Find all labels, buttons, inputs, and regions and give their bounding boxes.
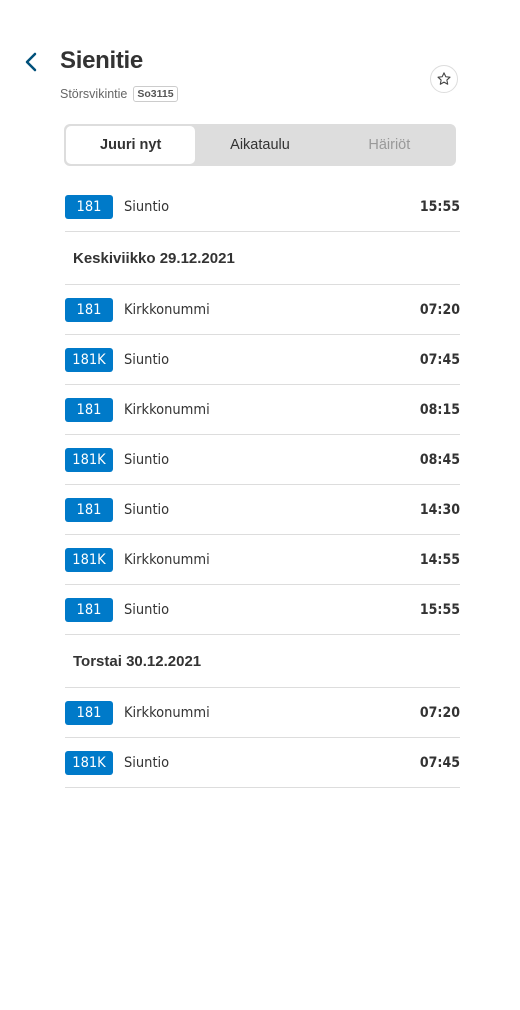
route-badge: 181K: [65, 447, 113, 472]
departure-row[interactable]: 181 Kirkkonummi 08:15: [65, 385, 460, 435]
route-badge: 181: [65, 194, 113, 219]
destination: Kirkkonummi: [124, 401, 210, 418]
destination: Kirkkonummi: [124, 301, 210, 318]
day-header: Keskiviikko 29.12.2021: [65, 232, 460, 285]
route-badge: 181K: [65, 347, 113, 372]
favourite-button[interactable]: [430, 65, 458, 93]
tab-aikataulu[interactable]: Aikataulu: [195, 126, 324, 164]
tab-juuri-nyt[interactable]: Juuri nyt: [66, 126, 196, 164]
departure-time: 15:55: [419, 601, 460, 618]
route-badge: 181K: [65, 750, 113, 775]
destination: Kirkkonummi: [124, 551, 210, 568]
departure-time: 15:55: [419, 198, 460, 215]
departure-time: 08:15: [419, 401, 460, 418]
destination: Siuntio: [124, 451, 170, 468]
departure-row[interactable]: 181K Kirkkonummi 14:55: [65, 535, 460, 585]
departure-row[interactable]: 181 Siuntio 15:55: [65, 585, 460, 635]
departure-row[interactable]: 181 Siuntio 14:30: [65, 485, 460, 535]
destination: Siuntio: [124, 754, 170, 771]
route-badge: 181: [65, 597, 113, 622]
departure-time: 07:45: [419, 351, 460, 368]
day-header: Torstai 30.12.2021: [65, 635, 460, 688]
departure-list: 181 Siuntio 15:55 Keskiviikko 29.12.2021…: [65, 182, 460, 788]
route-badge: 181: [65, 700, 113, 725]
departure-time: 08:45: [419, 451, 460, 468]
departure-time: 14:55: [419, 551, 460, 568]
departure-row[interactable]: 181 Siuntio 15:55: [65, 182, 460, 232]
destination: Siuntio: [124, 351, 170, 368]
page-title: Sienitie: [60, 47, 143, 74]
star-icon: [437, 72, 451, 85]
stop-code-badge: So3115: [133, 86, 178, 102]
route-badge: 181: [65, 297, 113, 322]
destination: Kirkkonummi: [124, 704, 210, 721]
destination: Siuntio: [124, 198, 170, 215]
route-badge: 181: [65, 497, 113, 522]
destination: Siuntio: [124, 601, 170, 618]
departure-row[interactable]: 181K Siuntio 08:45: [65, 435, 460, 485]
street-name: Störsvikintie: [60, 87, 128, 101]
departure-time: 07:20: [419, 704, 460, 721]
tab-hairiot[interactable]: Häiriöt: [325, 126, 454, 164]
stop-info: Störsvikintie So3115: [60, 86, 178, 102]
route-badge: 181: [65, 397, 113, 422]
destination: Siuntio: [124, 501, 170, 518]
route-badge: 181K: [65, 547, 113, 572]
departure-time: 14:30: [419, 501, 460, 518]
departure-row[interactable]: 181 Kirkkonummi 07:20: [65, 688, 460, 738]
departure-time: 07:45: [419, 754, 460, 771]
departure-time: 07:20: [419, 301, 460, 318]
departure-row[interactable]: 181 Kirkkonummi 07:20: [65, 285, 460, 335]
back-button[interactable]: [20, 50, 44, 74]
departure-row[interactable]: 181K Siuntio 07:45: [65, 335, 460, 385]
departure-row[interactable]: 181K Siuntio 07:45: [65, 738, 460, 788]
tab-bar: Juuri nyt Aikataulu Häiriöt: [64, 124, 456, 166]
chevron-left-icon: [25, 52, 37, 72]
